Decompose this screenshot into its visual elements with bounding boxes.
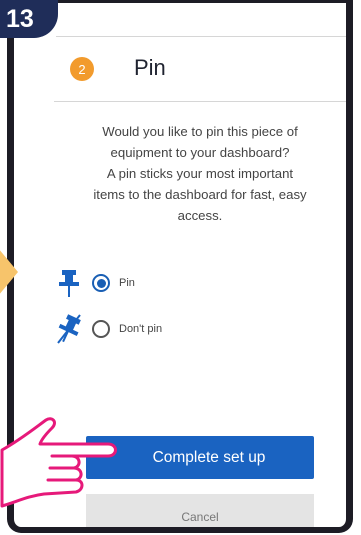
pin-icon [54,268,84,298]
radio-selected-dot [96,278,106,288]
callout-arrow [0,248,18,296]
pin-radio[interactable] [92,274,110,292]
dont-pin-radio[interactable] [92,320,110,338]
description-line: Would you like to pin this piece of [102,124,298,139]
unpin-icon [54,314,84,344]
description-text: Would you like to pin this piece of equi… [54,121,346,226]
description-line: equipment to your dashboard? [110,145,290,160]
top-divider [56,36,346,37]
step-number-badge: 2 [70,57,94,81]
description-line: A pin sticks your most important [106,166,294,181]
description-line: access. [177,208,223,223]
pin-option-label: Pin [119,277,135,289]
pointing-hand-icon [0,417,117,508]
dont-pin-option-label: Don't pin [119,323,163,335]
option-pin[interactable]: Pin [54,268,254,298]
header-divider [54,101,346,102]
description-line: items to the dashboard for fast, easy [93,187,307,202]
step-header: 2 Pin [54,53,346,103]
page-title: Pin [134,55,166,80]
option-dont-pin[interactable]: Don't pin [54,314,254,344]
step-badge: 13 [0,0,58,38]
